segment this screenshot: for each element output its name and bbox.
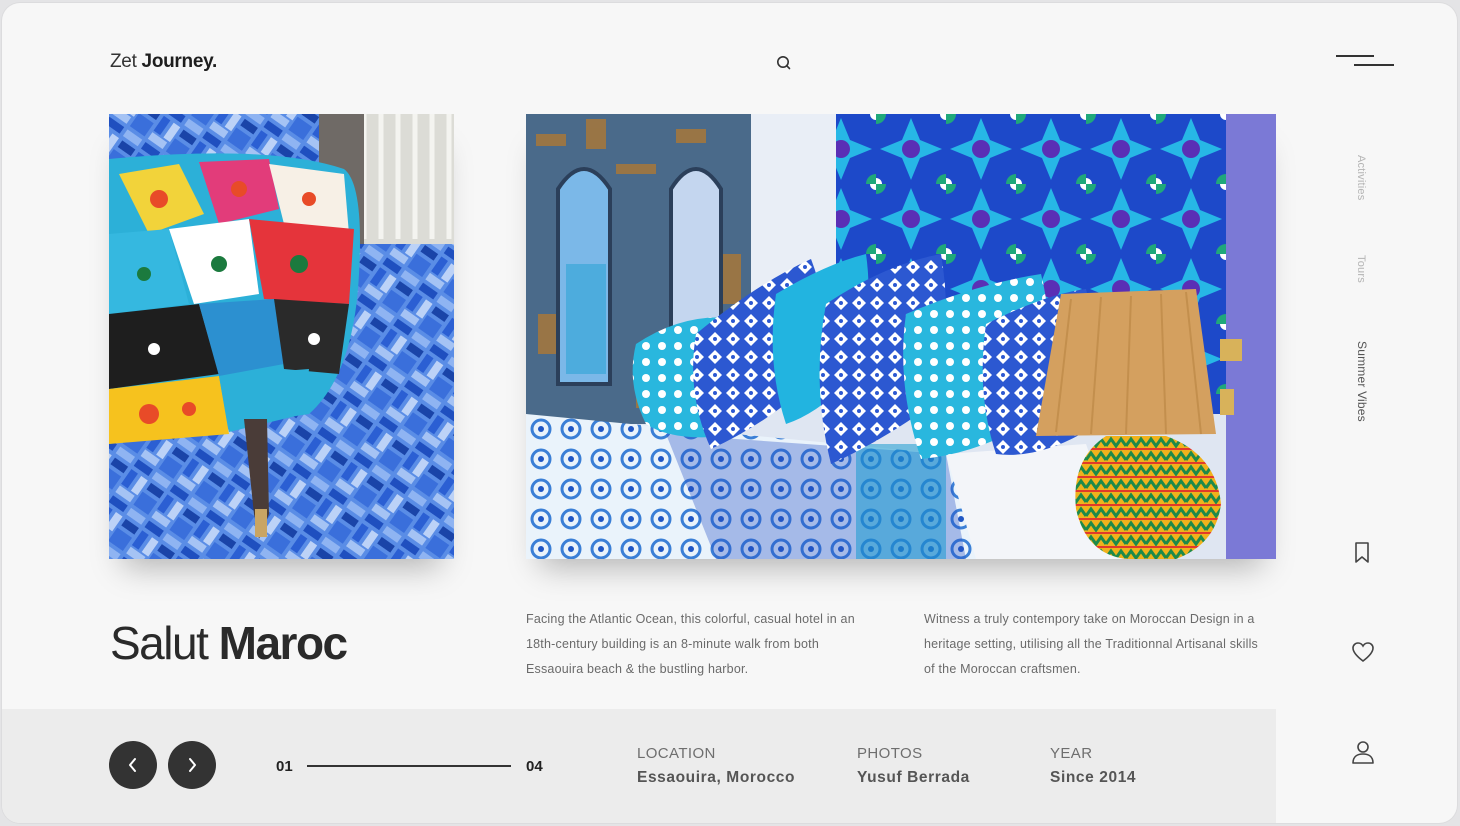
user-icon (1352, 741, 1374, 764)
app-window: Zet Journey. Activities Tours Summer Vib… (2, 3, 1457, 823)
meta-photos-value: Yusuf Berrada (857, 769, 970, 786)
slide-total: 04 (526, 758, 543, 775)
side-nav-tours[interactable]: Tours (1355, 255, 1367, 283)
menu-button[interactable] (1336, 51, 1398, 73)
brand-name-bold: Journey. (141, 51, 218, 72)
heart-icon (1352, 642, 1374, 663)
favorite-button[interactable] (1351, 641, 1375, 668)
bookmark-icon (1355, 542, 1369, 563)
brand-logo[interactable]: Zet Journey. (110, 51, 217, 73)
slide-progress-bar[interactable] (307, 765, 511, 767)
description-design: Witness a truly contempory take on Moroc… (924, 612, 1259, 676)
meta-photos-label: PHOTOS (857, 745, 923, 762)
chevron-right-icon (189, 758, 196, 772)
meta-location-label: LOCATION (637, 745, 716, 762)
profile-button[interactable] (1351, 739, 1375, 770)
hamburger-menu-icon (1336, 55, 1374, 57)
search-button[interactable] (774, 53, 794, 73)
meta-year-label: YEAR (1050, 745, 1093, 762)
hero-title-bold: Maroc (218, 617, 348, 669)
hamburger-menu-icon-line (1354, 64, 1394, 66)
meta-location-value: Essaouira, Morocco (637, 769, 796, 786)
side-nav-summer-vibes[interactable]: Summer Vibes (1355, 341, 1369, 422)
slide-current: 01 (276, 758, 293, 775)
brand-name-light: Zet (110, 51, 137, 72)
search-icon (777, 56, 791, 70)
bookmark-button[interactable] (1352, 541, 1372, 570)
bedroom-photo (526, 114, 1276, 559)
prev-slide-button[interactable] (109, 741, 157, 789)
hero-title: Salut Maroc (110, 616, 348, 670)
chevron-left-icon (129, 758, 136, 772)
hero-title-light: Salut (110, 617, 209, 669)
meta-year-value: Since 2014 (1050, 769, 1137, 786)
side-nav-activities[interactable]: Activities (1355, 155, 1367, 200)
next-slide-button[interactable] (168, 741, 216, 789)
chair-photo (109, 114, 454, 559)
description-hotel: Facing the Atlantic Ocean, this colorful… (526, 612, 855, 676)
slide-progress-fill (307, 765, 511, 767)
